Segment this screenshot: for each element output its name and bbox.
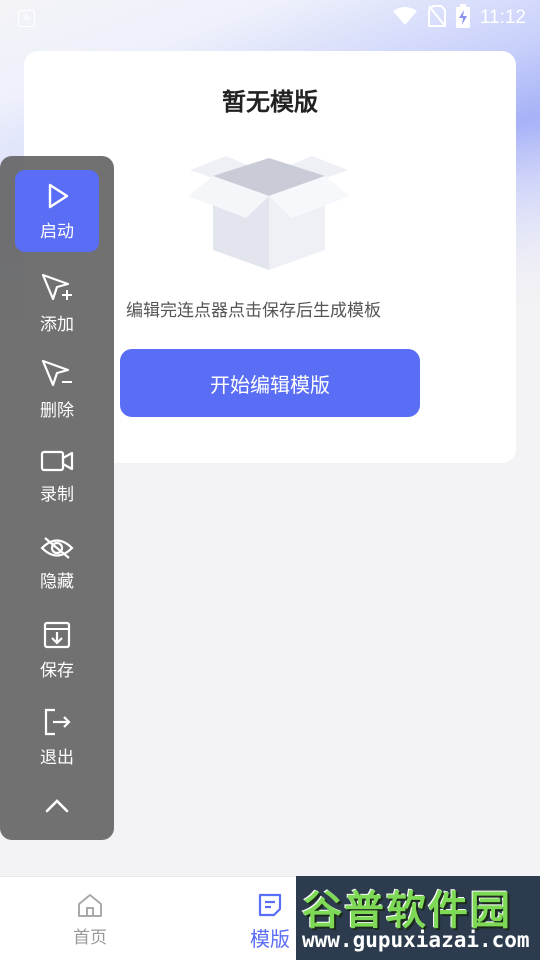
page-title: 暂无模版 [222,88,318,116]
cursor-add-icon [41,273,72,300]
exit-button[interactable]: 退出 [15,696,99,778]
delete-button[interactable]: 删除 [15,348,99,430]
video-camera-icon [40,450,74,471]
wifi-icon [392,6,418,30]
delete-label: 删除 [40,400,74,421]
notification-badge: A [18,9,35,27]
watermark-url: www.gupuxiazai.com [302,928,530,952]
battery-charging-icon [455,4,470,32]
hide-button[interactable]: 隐藏 [15,522,99,604]
add-button[interactable]: 添加 [15,262,99,344]
empty-box-icon [186,146,352,272]
nav-home-label: 首页 [73,928,107,948]
no-sim-icon [427,5,446,31]
empty-description: 编辑完连点器点击保存后生成模板 [126,301,381,321]
eye-off-icon [40,536,74,559]
status-time: 11:12 [479,7,526,28]
add-label: 添加 [40,314,74,335]
record-button[interactable]: 录制 [15,435,99,517]
record-label: 录制 [40,484,74,505]
save-button[interactable]: 保存 [15,609,99,691]
play-icon [48,183,69,208]
save-box-icon [43,621,71,648]
watermark-logo: 谷普软件园 www.gupuxiazai.com [296,876,540,960]
nav-home[interactable]: 首页 [40,891,140,948]
chevron-up-icon [45,799,69,813]
start-edit-template-button[interactable]: 开始编辑模版 [120,349,420,417]
exit-label: 退出 [40,747,74,768]
save-label: 保存 [40,660,74,681]
start-label: 启动 [40,221,74,242]
cursor-remove-icon [41,359,72,386]
nav-template-label: 模版 [250,927,290,951]
exit-icon [44,708,71,735]
collapse-panel-button[interactable] [42,796,72,820]
start-button[interactable]: 启动 [15,170,99,252]
hide-label: 隐藏 [40,571,74,592]
status-bar: A 11:12 [0,0,540,36]
home-icon [78,894,102,917]
floating-control-panel: 启动 添加 删除 录制 隐藏 保存 退出 [0,156,114,840]
template-icon [258,893,282,917]
